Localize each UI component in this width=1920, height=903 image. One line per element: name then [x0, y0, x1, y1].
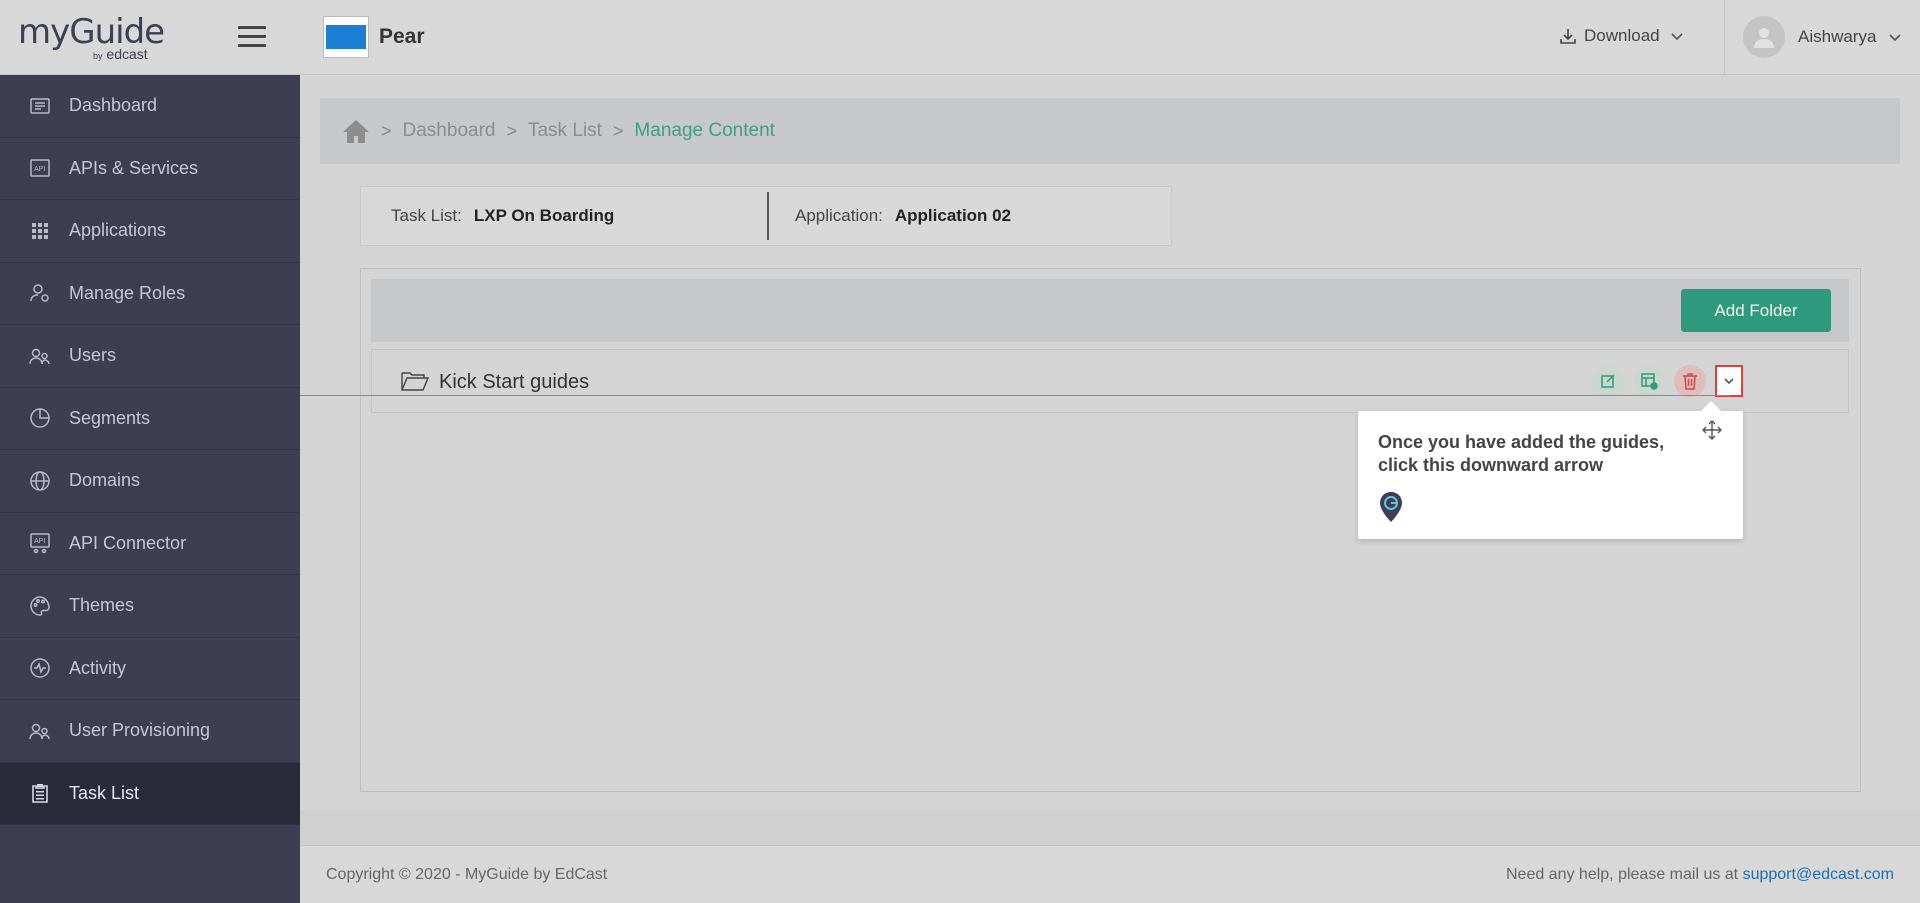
copyright-text: Copyright © 2020 - MyGuide by EdCast [326, 866, 608, 883]
move-icon[interactable] [1701, 419, 1723, 441]
sidebar-item-activity[interactable]: Activity [0, 637, 300, 700]
sidebar-item-label: Applications [69, 220, 167, 241]
application-key: Application: [795, 206, 883, 225]
logo-subtext: by edcast [93, 46, 148, 62]
sidebar-item-label: Dashboard [69, 95, 158, 116]
breadcrumb-current: Manage Content [634, 120, 775, 141]
download-icon [1560, 29, 1576, 44]
sidebar-item-label: APIs & Services [69, 157, 199, 178]
delete-folder-button[interactable] [1674, 365, 1706, 397]
home-icon[interactable] [342, 118, 370, 144]
sidebar-item-user-provisioning[interactable]: User Provisioning [0, 700, 300, 763]
panel-header: Add Folder [371, 279, 1849, 342]
support-email-link[interactable]: support@edcast.com [1743, 866, 1894, 883]
svg-text:API: API [34, 538, 45, 545]
logo-bar: myGuide by edcast [0, 0, 300, 75]
myguide-pin-icon [1380, 492, 1402, 522]
tooltip-text: Once you have added the guides, click th… [1378, 432, 1665, 475]
sidebar-item-label: Task List [69, 782, 140, 803]
sidebar-item-label: User Provisioning [69, 720, 211, 741]
breadcrumb-separator: > [506, 120, 517, 141]
folder-actions [1592, 365, 1743, 397]
sidebar-item-apis-services[interactable]: API APIs & Services [0, 137, 300, 200]
add-folder-button[interactable]: Add Folder [1681, 289, 1831, 332]
chevron-down-icon [1889, 34, 1901, 42]
task-list-info: Task List: LXP On Boarding [361, 206, 767, 226]
expand-folder-button[interactable] [1715, 365, 1743, 397]
sidebar-item-task-list[interactable]: Task List [0, 762, 300, 825]
sidebar-nav: Dashboard API APIs & Services Applicatio… [0, 75, 300, 825]
pie-icon [28, 406, 52, 430]
roles-icon [28, 281, 52, 305]
breadcrumb-separator: > [381, 120, 392, 141]
activity-icon [28, 656, 52, 680]
application-value: Application 02 [894, 206, 1012, 225]
sidebar-item-label: Themes [69, 595, 135, 616]
folder-open-icon [401, 372, 429, 391]
application-info: Application: Application 02 [769, 206, 1011, 226]
user-name: Aishwarya [1798, 27, 1877, 46]
clipboard-icon [28, 781, 52, 805]
task-list-key: Task List: [391, 206, 462, 225]
task-info-box: Task List: LXP On Boarding Application: … [360, 186, 1172, 246]
download-dropdown[interactable]: Download [1558, 26, 1692, 46]
top-header: Pear Download Aishwarya [300, 0, 1920, 75]
edit-icon [1601, 374, 1615, 388]
sidebar-item-api-connector[interactable]: API API Connector [0, 512, 300, 575]
folder-name: Kick Start guides [439, 371, 590, 393]
trash-icon [1683, 373, 1697, 390]
edit-folder-button[interactable] [1592, 365, 1624, 397]
chevron-down-icon [1671, 33, 1683, 41]
app-name: Pear [379, 25, 425, 48]
sidebar-item-users[interactable]: Users [0, 325, 300, 388]
header-divider [1724, 0, 1725, 75]
app-logo[interactable] [323, 16, 369, 58]
chevron-down-icon [1724, 378, 1734, 385]
sidebar-item-label: Segments [69, 407, 151, 428]
grid-icon [28, 219, 52, 243]
highlight-guide-line [300, 395, 1730, 396]
globe-icon [28, 469, 52, 493]
footer-spacer [300, 810, 1920, 845]
sidebar-item-dashboard[interactable]: Dashboard [0, 75, 300, 138]
myguide-logo[interactable]: myGuide by edcast [18, 10, 168, 65]
sidebar-item-manage-roles[interactable]: Manage Roles [0, 262, 300, 325]
api-connector-icon: API [28, 531, 52, 555]
svg-text:API: API [34, 166, 45, 173]
breadcrumb-task-list[interactable]: Task List [528, 120, 602, 142]
avatar [1743, 16, 1785, 58]
sidebar-item-label: API Connector [69, 532, 187, 553]
user-provisioning-icon [28, 719, 52, 743]
sidebar: myGuide by edcast Dashboard API APIs & S… [0, 0, 300, 903]
sidebar-item-applications[interactable]: Applications [0, 200, 300, 263]
guide-tooltip: Once you have added the guides, click th… [1358, 401, 1743, 539]
footer: Copyright © 2020 - MyGuide by EdCast Nee… [300, 845, 1920, 903]
breadcrumb: > Dashboard > Task List > Manage Content [320, 98, 1900, 164]
dashboard-icon [28, 94, 52, 118]
sidebar-item-domains[interactable]: Domains [0, 450, 300, 513]
user-menu[interactable]: Aishwarya [1743, 16, 1904, 58]
download-label: Download [1584, 26, 1660, 45]
breadcrumb-dashboard[interactable]: Dashboard [403, 120, 496, 142]
help-label: Need any help, please mail us at [1505, 866, 1739, 883]
sidebar-item-label: Manage Roles [69, 282, 186, 303]
sidebar-item-label: Activity [69, 657, 127, 678]
add-guide-button[interactable] [1633, 365, 1665, 397]
users-icon [28, 344, 52, 368]
breadcrumb-separator: > [612, 120, 624, 141]
palette-icon [28, 594, 52, 618]
hamburger-menu-icon[interactable] [238, 26, 266, 48]
folder-row[interactable]: Kick Start guides [371, 349, 1849, 413]
user-avatar-icon [1754, 28, 1774, 48]
task-list-value: LXP On Boarding [473, 206, 615, 225]
api-icon: API [28, 156, 52, 180]
sidebar-item-themes[interactable]: Themes [0, 575, 300, 638]
add-guide-icon [1641, 373, 1658, 390]
sidebar-item-label: Users [69, 345, 117, 366]
sidebar-item-segments[interactable]: Segments [0, 387, 300, 450]
sidebar-item-label: Domains [69, 470, 141, 491]
help-text: Need any help, please mail us at support… [1506, 866, 1894, 884]
